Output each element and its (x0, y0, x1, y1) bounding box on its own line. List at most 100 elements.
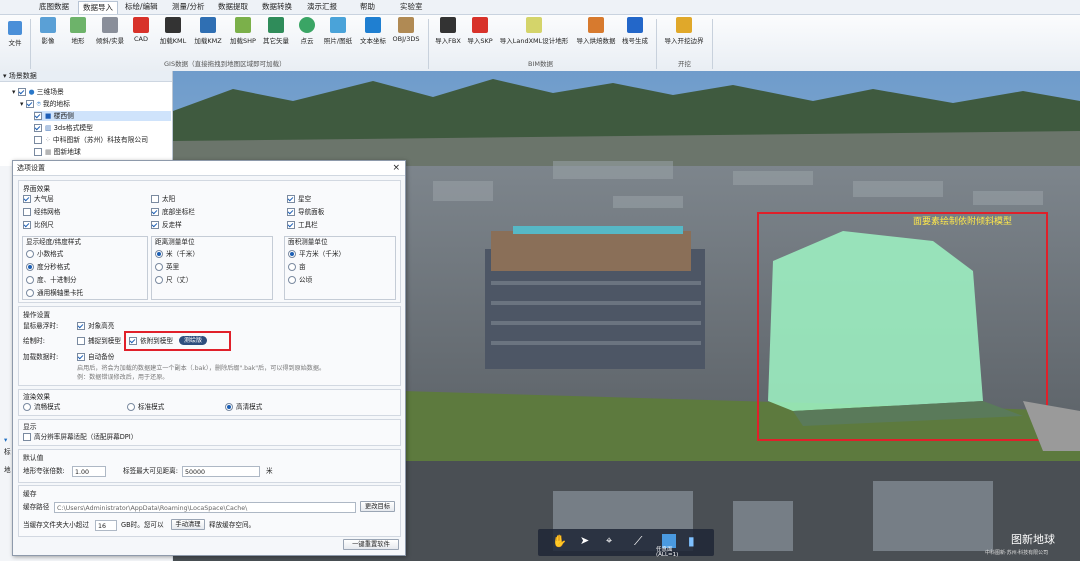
mile-radio[interactable]: 英里 (155, 263, 179, 272)
tree-item-my-landmarks[interactable]: ▾ ⌾ 我的地标 (20, 99, 70, 109)
menu-presentation[interactable]: 演示汇报 (303, 1, 341, 13)
load-kmz-button[interactable]: 加载KMZ (192, 17, 224, 57)
cache-path-input[interactable]: C:\Users\Administrator\AppData\Roaming\L… (54, 502, 356, 513)
menu-help[interactable]: 帮助 (356, 1, 379, 13)
load-shp-button[interactable]: 加载SHP (227, 17, 259, 57)
attach-model-checkbox[interactable]: 依附到模型 (129, 337, 173, 346)
polygon-icon: ■ (45, 112, 54, 120)
atmosphere-checkbox[interactable]: 大气层 (23, 195, 54, 204)
pin-icon[interactable]: ⌖ (606, 534, 620, 548)
menu-basemap[interactable]: 底图数据 (35, 1, 73, 13)
imagery-icon (40, 17, 56, 33)
text-coord-button[interactable]: 文本坐标 (358, 17, 388, 57)
oblique-button[interactable]: 倾斜/实景 (93, 17, 127, 57)
coord-format-heading: 显示经度/纬度样式 (26, 238, 81, 246)
load-kml-button[interactable]: 加载KML (157, 17, 189, 57)
dialog-title-bar: 选项设置 × (13, 161, 405, 176)
hectare-radio[interactable]: 公顷 (288, 276, 312, 285)
tree-item-tuxin-earth[interactable]: ▦ 图新地球 (34, 147, 81, 157)
sqm-radio[interactable]: 平方米（千米） (288, 250, 345, 259)
menu-data-extract[interactable]: 数据提取 (214, 1, 252, 13)
polygon-tool-icon[interactable] (662, 534, 676, 548)
terrain-button[interactable]: 地形 (66, 17, 90, 57)
cache-size-post: GB时。您可以 (121, 521, 164, 529)
tree-checkbox[interactable] (25, 100, 34, 108)
station-gen-button[interactable]: 栈号生成 (620, 17, 650, 57)
mu-radio[interactable]: 亩 (288, 263, 306, 272)
coord-bar-checkbox[interactable]: 底部坐标栏 (151, 208, 195, 217)
point-cloud-icon (299, 17, 315, 33)
dms-radio[interactable]: 度分秒格式 (26, 263, 70, 272)
menu-data-convert[interactable]: 数据转换 (258, 1, 296, 13)
menu-lab[interactable]: 实验室 (396, 1, 427, 13)
chart-icon[interactable]: ▮ (688, 534, 702, 548)
scale-bar-checkbox[interactable]: 比例尺 (23, 221, 54, 230)
cache-path-label: 缓存路径 (23, 503, 50, 511)
point-cloud-button[interactable]: 点云 (297, 17, 317, 57)
chi-radio[interactable]: 尺（丈） (155, 276, 192, 285)
other-vector-button[interactable]: 其它矢量 (261, 17, 291, 57)
pan-icon[interactable]: ✋ (552, 534, 567, 548)
tree-item-west-building[interactable]: ■ 楼西侧 (34, 111, 171, 121)
import-landxml-button[interactable]: 导入LandXML设计地形 (498, 17, 570, 57)
import-fbx-button[interactable]: 导入FBX (434, 17, 462, 57)
sun-checkbox[interactable]: 太阳 (151, 195, 175, 204)
tree-item-company[interactable]: ⁘ 中科图新（苏州）科技有限公司 (34, 135, 148, 145)
auto-backup-checkbox[interactable]: 自动备份 (77, 353, 114, 362)
import-skp-button[interactable]: 导入SKP (466, 17, 494, 57)
hd-mode-radio[interactable]: 高清模式 (225, 403, 262, 412)
obj-3ds-button[interactable]: OBJ/3DS (391, 17, 421, 57)
toolbar-checkbox[interactable]: 工具栏 (287, 221, 318, 230)
left-collapse-icon[interactable]: ▾ (4, 436, 7, 445)
tree-checkbox[interactable] (34, 148, 42, 156)
smooth-mode-radio[interactable]: 流畅模式 (23, 403, 60, 412)
tree-item-3d-scene[interactable]: ▾ ● 三维场景 (12, 87, 64, 97)
oblique-icon (102, 17, 118, 33)
tree-checkbox[interactable] (34, 136, 42, 144)
tree-checkbox[interactable] (17, 88, 26, 96)
line-icon[interactable]: ⟋ (634, 534, 648, 548)
distance-unit-heading: 距离测量单位 (155, 238, 195, 246)
draw-label: 绘制时: (23, 337, 46, 345)
pointer-icon[interactable]: ➤ (580, 534, 594, 548)
cache-section: 缓存 缓存路径 C:\Users\Administrator\AppData\R… (18, 485, 401, 537)
reset-software-button[interactable]: 一键重置软件 (343, 539, 399, 550)
photo-drawing-button[interactable]: 照片/图纸 (321, 17, 355, 57)
change-dir-button[interactable]: 更改目标 (360, 501, 395, 512)
tree-item-3ds-model[interactable]: ▥ 3ds格式模型 (34, 123, 93, 133)
operation-heading: 操作设置 (23, 311, 51, 319)
cache-heading: 缓存 (23, 490, 37, 498)
tree-checkbox[interactable] (34, 112, 42, 120)
graticule-checkbox[interactable]: 经纬网格 (23, 208, 60, 217)
cad-button[interactable]: CAD (131, 17, 151, 57)
display-section: 显示 高分辨率屏幕适配（适配屏幕DPI） (18, 419, 401, 446)
close-icon[interactable]: × (392, 161, 400, 175)
stars-checkbox[interactable]: 星空 (287, 195, 311, 204)
import-excavation-button[interactable]: 导入开挖边界 (662, 17, 706, 57)
import-bake-button[interactable]: 导入烘焙数据 (574, 17, 618, 57)
obj-icon (398, 17, 414, 33)
hidpi-checkbox[interactable]: 高分辨率屏幕适配（适配屏幕DPI） (23, 433, 137, 442)
menu-data-import[interactable]: 数据导入 (78, 1, 118, 14)
antialias-checkbox[interactable]: 反走样 (151, 221, 182, 230)
menu-measure-analysis[interactable]: 测量/分析 (168, 1, 209, 13)
utm-radio[interactable]: 通用横轴墨卡托 (26, 289, 83, 298)
cache-size-input[interactable]: 16 (95, 520, 117, 531)
imagery-button[interactable]: 影像 (36, 17, 60, 57)
decimal-radio[interactable]: 小数格式 (26, 250, 63, 259)
cache-size-pre: 当缓存文件夹大小超过 (23, 521, 89, 529)
manual-clean-button[interactable]: 手动清理 (171, 519, 205, 530)
nav-panel-checkbox[interactable]: 导航面板 (287, 208, 324, 217)
menu-annotate-edit[interactable]: 标绘/编辑 (121, 1, 162, 13)
meter-radio[interactable]: 米（千米） (155, 250, 199, 259)
scene-tree-header: ▾ 场景数据 (0, 71, 172, 82)
standard-mode-radio[interactable]: 标准模式 (127, 403, 164, 412)
tree-checkbox[interactable] (34, 124, 42, 132)
highlight-checkbox[interactable]: 对象高亮 (77, 322, 114, 331)
file-button[interactable]: 文件 (4, 17, 26, 57)
station-icon (627, 17, 643, 33)
snap-model-checkbox[interactable]: 捕捉到模型 (77, 337, 121, 346)
dmm-radio[interactable]: 度、十进制分 (26, 276, 77, 285)
terrain-exaggeration-input[interactable]: 1.00 (72, 466, 106, 477)
label-distance-input[interactable]: 50000 (182, 466, 260, 477)
